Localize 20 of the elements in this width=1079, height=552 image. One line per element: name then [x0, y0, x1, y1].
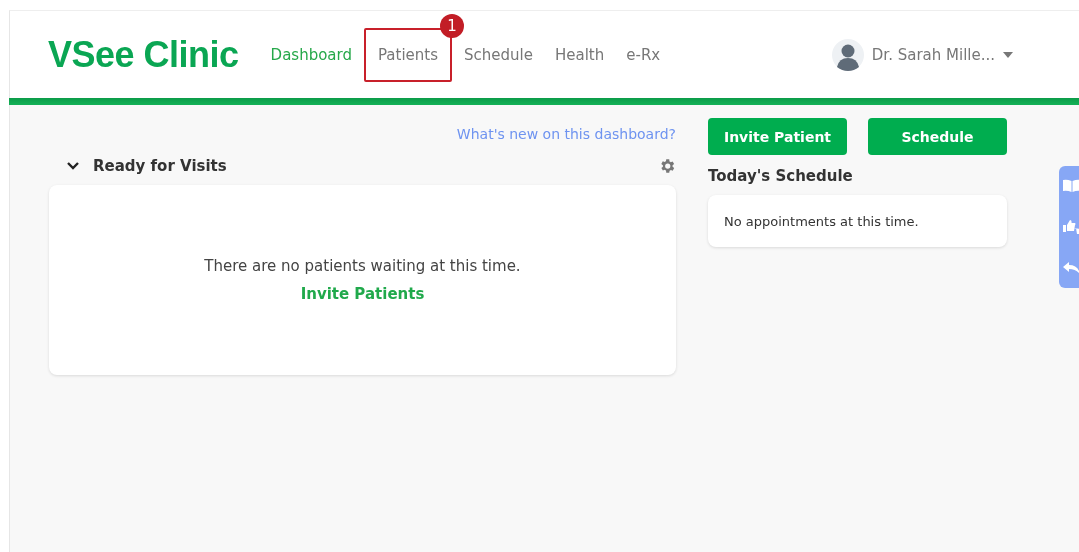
book-icon[interactable]: [1062, 179, 1079, 193]
section-title: Today's Schedule: [708, 167, 854, 185]
chevron-icon[interactable]: [67, 162, 79, 170]
invite-patients-link[interactable]: Invite Patients: [300, 285, 425, 303]
nav-tab[interactable]: e-Rx: [616, 27, 671, 82]
thumbs-icon[interactable]: [1062, 219, 1079, 235]
callout-badge: 1: [440, 13, 465, 38]
nav-tab[interactable]: Dashboard: [260, 27, 362, 82]
nav-tab[interactable]: Health: [544, 27, 615, 82]
empty-message: No appointments at this time.: [724, 213, 919, 229]
section-title: Ready for Visits: [93, 157, 227, 175]
reply-icon[interactable]: [1062, 261, 1079, 275]
empty-message: There are no patients waiting at this time.: [204, 257, 521, 275]
user-name[interactable]: Dr. Sarah Mille...: [871, 45, 995, 64]
action-button[interactable]: Invite Patient: [708, 118, 847, 155]
whats-new-link[interactable]: What's new on this dashboard?: [456, 126, 676, 152]
avatar-icon[interactable]: [831, 38, 864, 71]
caret-icon[interactable]: [1003, 51, 1013, 58]
action-button[interactable]: Schedule: [868, 118, 1007, 155]
logo[interactable]: VSee Clinic: [48, 33, 239, 76]
